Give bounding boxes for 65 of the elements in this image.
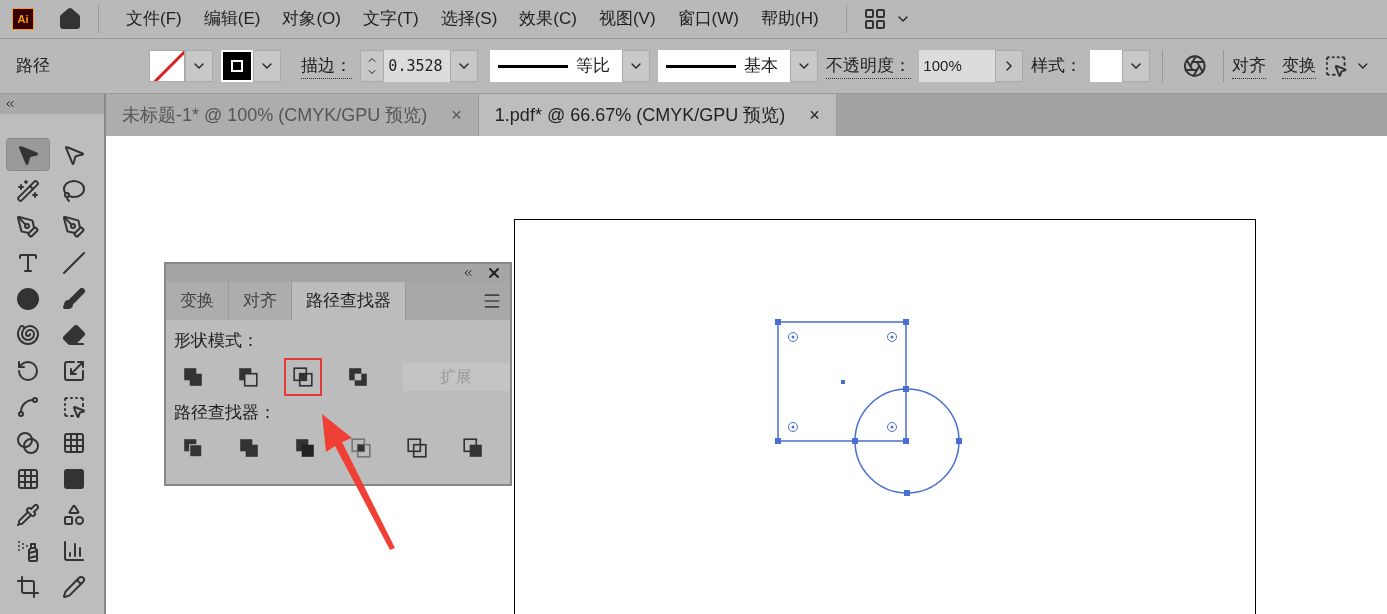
scale-icon [62, 358, 86, 383]
collapse-icon[interactable] [462, 267, 474, 279]
shape-mode-icon [181, 365, 204, 388]
workspace-layout-icon[interactable] [862, 7, 887, 31]
menu-item[interactable]: 文字(T) [351, 6, 430, 32]
tab-title: 未标题-1* @ 100% (CMYK/GPU 预览) [122, 103, 428, 127]
magic-wand-icon [16, 178, 40, 203]
shape-mode-icon [347, 365, 370, 388]
pathfinder-icon [406, 437, 428, 459]
section-label: 路径查找器： [174, 401, 277, 424]
symbol-sprayer-icon [16, 538, 40, 563]
transform-link[interactable]: 变换 [1281, 52, 1316, 80]
select-similar-icon[interactable] [1323, 54, 1348, 78]
home-icon[interactable] [58, 7, 82, 31]
variable-width-profile-field[interactable]: 等比 [490, 50, 623, 82]
menu-icon[interactable] [482, 291, 502, 311]
close-icon[interactable] [486, 265, 502, 281]
tab-title: 1.pdf* @ 66.67% (CMYK/GPU 预览) [494, 103, 786, 127]
menu-item[interactable]: 对象(O) [271, 6, 352, 32]
lasso-icon [62, 178, 86, 203]
stroke-weight-field[interactable]: 0.3528 [384, 50, 451, 82]
section-label: 形状模式： [174, 330, 260, 352]
pathfinder-icon [182, 437, 204, 459]
menu-item[interactable]: 选择(S) [429, 6, 509, 32]
align-link[interactable]: 对齐 [1231, 52, 1266, 80]
pathfinder-icon [294, 437, 316, 459]
style-label: 样式： [1031, 55, 1083, 78]
pathfinder-icon [238, 437, 260, 459]
collapse-icon[interactable] [4, 98, 16, 110]
menu-item[interactable]: 效果(C) [508, 6, 588, 32]
brush-definition-field[interactable]: 基本 [658, 50, 791, 82]
ellipse-icon [16, 286, 40, 311]
eyedropper-icon [16, 502, 40, 527]
opacity-field[interactable]: 100% [919, 50, 996, 82]
pathfinder-icon [350, 437, 372, 459]
object-type-label: 路径 [16, 55, 51, 78]
panel-tab[interactable]: 对齐 [229, 282, 292, 320]
panel-tab[interactable]: 变换 [166, 282, 229, 320]
app-logo: Ai [12, 8, 34, 30]
menu-item[interactable]: 窗口(W) [666, 6, 750, 32]
shape-mode-button[interactable] [284, 357, 322, 396]
close-button[interactable]: × [809, 101, 820, 129]
eraser-icon [62, 322, 86, 347]
stroke-label[interactable]: 描边： [301, 52, 353, 80]
mesh-icon [16, 466, 40, 491]
opacity-label[interactable]: 不透明度： [826, 52, 912, 80]
menu-item[interactable]: 帮助(H) [750, 6, 830, 32]
panel-tab[interactable]: 路径查找器 [292, 282, 406, 320]
fill-swatch[interactable] [149, 50, 186, 82]
document-tab[interactable]: 1.pdf* @ 66.67% (CMYK/GPU 预览) × [478, 94, 837, 136]
menu-item[interactable]: 视图(V) [587, 6, 667, 32]
menu-item[interactable]: 文件(F) [115, 6, 193, 32]
menu-item[interactable]: 编辑(E) [192, 6, 272, 32]
stroke-swatch[interactable] [221, 50, 254, 82]
tool-button[interactable] [6, 138, 50, 171]
bar-chart-icon [62, 538, 86, 563]
pen-nib-icon [16, 214, 40, 239]
shape-mode-icon [291, 365, 314, 388]
line-icon [62, 250, 86, 275]
shape-builder-icon [16, 430, 40, 455]
paintbrush-icon [62, 286, 86, 311]
pathfinder-icon [462, 437, 484, 459]
graphic-style-swatch[interactable] [1090, 50, 1123, 82]
rotate-icon [16, 358, 40, 383]
shape-mode-icon [236, 365, 259, 388]
